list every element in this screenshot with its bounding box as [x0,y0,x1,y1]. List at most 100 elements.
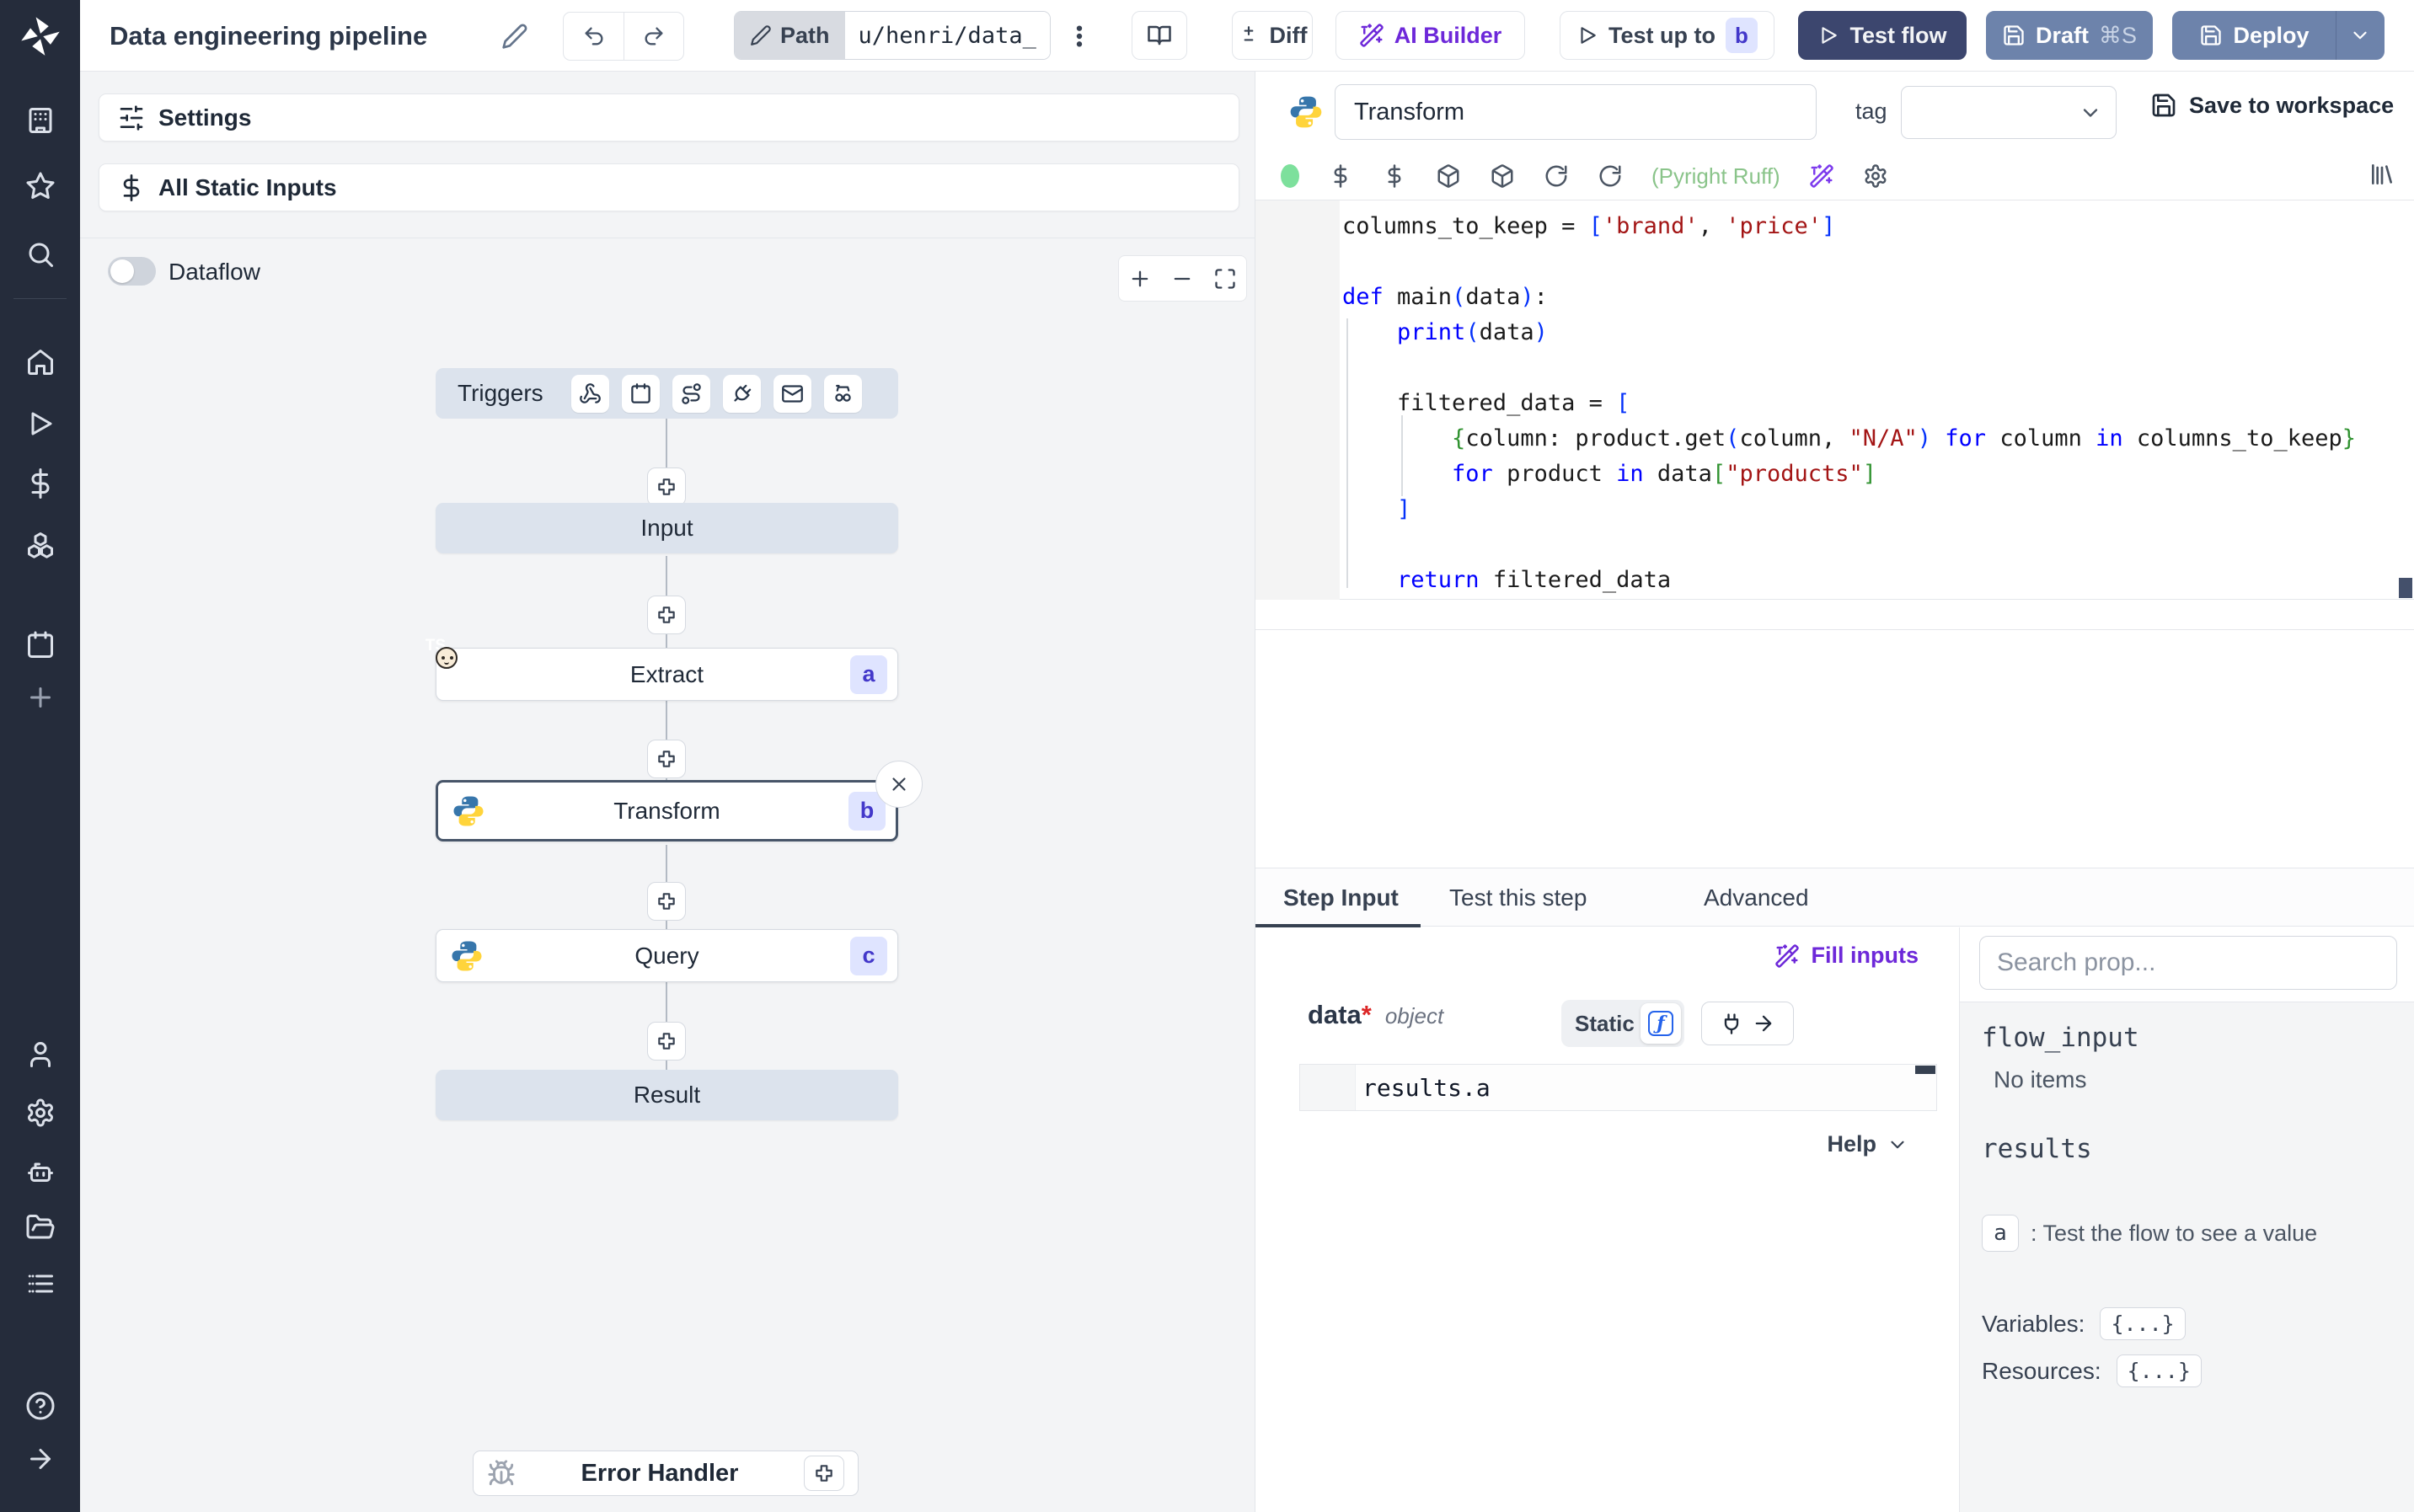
diff-button[interactable]: Diff [1232,11,1313,60]
deploy-more-button[interactable] [2336,24,2384,46]
tag-label: tag [1855,99,1887,124]
runs-play-icon[interactable] [25,409,56,439]
tab-step-input[interactable]: Step Input [1283,868,1399,927]
insert-step-button[interactable] [647,596,686,634]
expression-value[interactable]: results.a [1356,1065,1491,1110]
favorites-star-icon[interactable] [25,171,56,201]
expression-gutter [1300,1065,1356,1110]
variables-dollar-icon[interactable] [25,468,56,499]
windmill-logo-icon[interactable] [19,13,62,57]
node-query[interactable]: Query c [436,929,898,982]
test-flow-button[interactable]: Test flow [1798,11,1967,60]
undo-button[interactable] [564,13,624,60]
zoom-in-plus-icon[interactable] [1128,267,1152,291]
workspace-icon[interactable] [25,105,56,136]
variable-dollar-icon[interactable] [1328,163,1353,189]
resources-value-badge[interactable]: {...} [2116,1354,2202,1387]
save-to-workspace-button[interactable]: Save to workspace [2150,92,2394,119]
help-button[interactable]: Help [1827,1131,1908,1157]
trigger-route-button[interactable] [672,374,710,413]
deploy-button[interactable]: Deploy [2173,23,2336,49]
node-transform-selected[interactable]: Transform b [436,780,898,841]
fill-inputs-button[interactable]: Fill inputs [1774,943,1919,969]
variables-value-badge[interactable]: {...} [2100,1307,2186,1340]
windmill-flow-editor: Data engineering pipeline Path u/henri/d… [0,0,2414,1512]
flow-graph-panel: Settings All Static Inputs Dataflow Trig… [80,72,1255,1512]
resources-cubes-icon[interactable] [25,530,56,560]
audit-logs-list-icon[interactable] [25,1269,56,1299]
flow-settings-button[interactable]: Settings [99,93,1239,142]
help-icon[interactable] [25,1391,56,1421]
step-name-input[interactable] [1335,84,1817,140]
package-icon[interactable] [1436,163,1461,189]
edit-title-pencil-icon[interactable] [501,23,528,50]
graph-zoom-controls [1118,255,1247,302]
tab-advanced[interactable]: Advanced [1704,868,1809,927]
fit-view-icon[interactable] [1213,267,1237,291]
triggers-bar[interactable]: Triggers [436,368,898,419]
trigger-schedule-button[interactable] [621,374,660,413]
trigger-poll-button[interactable] [823,374,862,413]
node-extract[interactable]: TS Extract a [426,637,898,701]
trigger-email-button[interactable] [773,374,811,413]
expand-arrow-icon[interactable] [25,1444,56,1474]
insert-step-button[interactable] [647,740,686,778]
folders-icon[interactable] [25,1212,56,1242]
trigger-webhook-button[interactable] [570,374,609,413]
tag-select[interactable] [1901,86,2117,139]
remove-step-button[interactable] [875,761,923,808]
path-button[interactable]: Path [735,12,845,59]
home-icon[interactable] [25,347,56,377]
static-toggle[interactable]: Static ƒ [1561,1000,1684,1047]
resource-dollar-icon[interactable] [1382,163,1407,189]
draft-button[interactable]: Draft ⌘S [1986,11,2153,60]
library-icon[interactable] [2369,161,2395,188]
schedules-calendar-icon[interactable] [25,630,56,660]
reload-icon[interactable] [1544,163,1569,189]
node-result[interactable]: Result [436,1070,898,1120]
insert-step-button[interactable] [647,467,686,506]
expression-editor[interactable]: results.a [1299,1064,1937,1111]
workers-robot-icon[interactable] [25,1157,56,1187]
typescript-bun-icon: TS [426,637,484,692]
insert-step-button[interactable] [647,1022,686,1061]
more-kebab-icon[interactable] [1066,23,1093,50]
results-heading[interactable]: results [1982,1134,2092,1164]
package-icon[interactable] [1490,163,1515,189]
user-icon[interactable] [25,1039,56,1070]
code-editor[interactable]: columns_to_keep = ['brand', 'price'] def… [1255,200,2414,601]
all-static-inputs-button[interactable]: All Static Inputs [99,163,1239,211]
function-mode-button[interactable]: ƒ [1641,1003,1681,1044]
dataflow-toggle[interactable] [108,257,156,286]
editor-scrollbar-thumb[interactable] [2399,578,2412,598]
tab-test-this-step[interactable]: Test this step [1449,868,1587,927]
node-input[interactable]: Input [436,503,898,553]
result-key-badge[interactable]: a [1982,1215,2019,1252]
editor-footer-strip [1255,600,2414,630]
ai-builder-button[interactable]: AI Builder [1335,11,1525,60]
draft-shortcut: ⌘S [2099,22,2138,48]
redo-button[interactable] [624,13,683,60]
insert-step-button[interactable] [647,882,686,921]
search-icon[interactable] [25,239,56,270]
test-up-to-button[interactable]: Test up to b [1560,11,1774,60]
zoom-out-minus-icon[interactable] [1170,267,1194,291]
path-value[interactable]: u/henri/data_ [844,12,1050,59]
trigger-websocket-button[interactable] [722,374,761,413]
path-control[interactable]: Path u/henri/data_ [734,11,1051,60]
reload-icon[interactable] [1598,163,1623,189]
editor-settings-gear-icon[interactable] [1863,163,1888,189]
docs-book-button[interactable] [1132,11,1187,60]
calendar-icon [630,382,650,403]
add-plus-icon[interactable] [25,682,56,713]
result-item[interactable]: a : Test the flow to see a value [1982,1215,2317,1252]
connect-input-button[interactable] [1701,1002,1794,1045]
error-handler-node[interactable]: Error Handler [473,1451,859,1496]
status-dot [1281,164,1299,188]
ai-wand-icon[interactable] [1809,163,1834,189]
add-error-handler-button[interactable] [804,1456,844,1491]
flow-input-heading[interactable]: flow_input [1982,1023,2139,1053]
diff-label: Diff [1269,22,1308,48]
settings-gear-icon[interactable] [25,1098,56,1128]
search-prop-input[interactable] [1979,936,2397,990]
